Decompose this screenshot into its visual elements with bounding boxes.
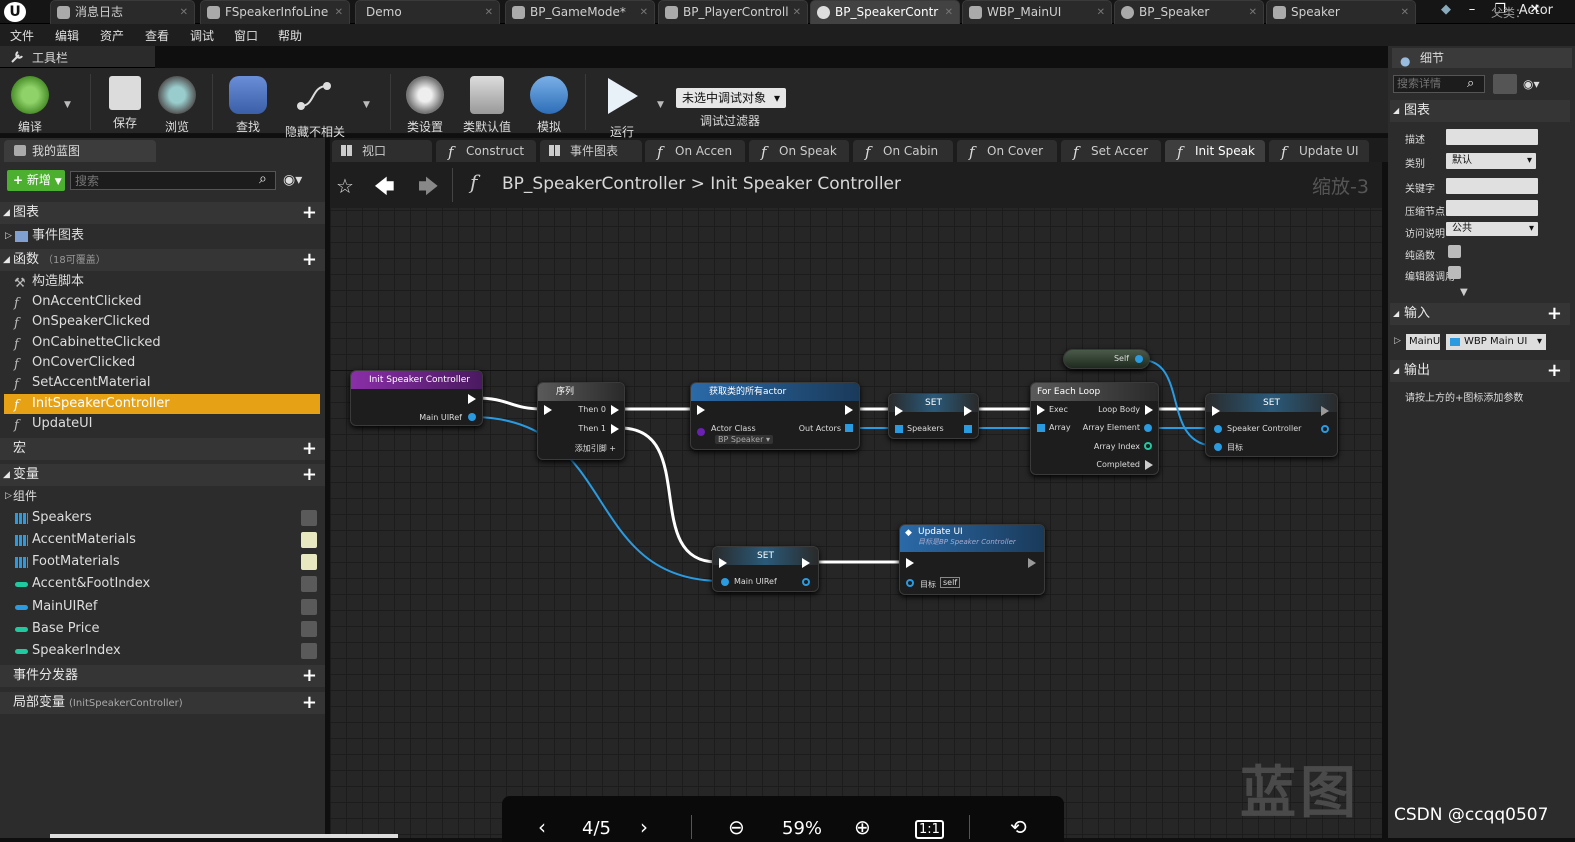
completed-pin[interactable]	[1145, 460, 1153, 470]
node-header: 获取类的所有actor	[691, 383, 859, 401]
node-function-entry[interactable]: Init Speaker Controller Main UIRef	[350, 370, 483, 426]
call-in-editor-checkbox[interactable]	[1448, 266, 1461, 279]
array-element-pin[interactable]	[1144, 424, 1152, 432]
input-name-field[interactable]: MainU	[1406, 334, 1440, 350]
object-type-icon	[1450, 338, 1460, 346]
exec-out-pin[interactable]	[1321, 406, 1329, 416]
viewer-separator	[691, 815, 692, 839]
exec-in-pin[interactable]	[895, 406, 903, 416]
search-icon[interactable]: ⌕	[1467, 76, 1474, 91]
exec-wire	[475, 396, 544, 411]
array-index-pin[interactable]	[1144, 442, 1152, 450]
horizontal-scrollbar[interactable]	[50, 834, 398, 838]
rotate-icon[interactable]: ⟲	[1010, 815, 1027, 839]
add-input-plus-icon[interactable]: +	[1547, 303, 1562, 325]
add-output-plus-icon[interactable]: +	[1547, 360, 1562, 382]
exec-out-pin[interactable]	[845, 405, 853, 415]
viewer-separator	[969, 815, 970, 839]
node-header: For Each Loop	[1031, 383, 1158, 401]
then-0-pin[interactable]	[611, 405, 619, 415]
category-select[interactable]: 默认 ▾	[1446, 153, 1536, 169]
next-page-icon[interactable]: ›	[640, 815, 648, 839]
out-actors-pin[interactable]	[845, 424, 853, 432]
main-uiref-in-pin[interactable]	[721, 578, 729, 586]
exec-in-pin[interactable]	[697, 405, 705, 415]
exec-in-pin[interactable]	[906, 558, 914, 568]
exec-out-pin[interactable]	[1028, 558, 1036, 568]
exec-out-pin[interactable]	[468, 394, 476, 404]
actual-size-button[interactable]: 1:1	[915, 820, 944, 839]
compact-node-title-field[interactable]	[1446, 200, 1538, 216]
exec-out-pin[interactable]	[802, 558, 810, 568]
speakers-out-pin[interactable]	[964, 425, 972, 433]
node-header: ◆ Update UI 目标是BP Speaker Controller	[900, 525, 1044, 552]
actor-class-select[interactable]: BP Speaker ▾	[715, 435, 773, 444]
access-specifier-select[interactable]: 公共 ▾	[1446, 222, 1538, 236]
details-inputs-section[interactable]: ◢ 输入 +	[1390, 303, 1570, 325]
details-outputs-section[interactable]: ◢ 输出 +	[1390, 360, 1570, 382]
speaker-controller-in-pin[interactable]	[1214, 425, 1222, 433]
zoom-out-icon[interactable]: ⊖	[728, 815, 745, 839]
node-header: SET	[1206, 394, 1337, 412]
node-set-speaker-controller[interactable]: SET Speaker Controller 目标	[1205, 393, 1338, 457]
exec-in-pin[interactable]	[544, 405, 552, 415]
page-indicator: 4/5	[582, 818, 611, 839]
property-matrix-icon[interactable]	[1493, 74, 1517, 94]
previous-page-icon[interactable]: ‹	[538, 815, 546, 839]
speaker-controller-out-pin[interactable]	[1321, 425, 1329, 433]
node-for-each-loop[interactable]: For Each Loop Exec Array Loop Body Array…	[1030, 382, 1159, 475]
array-in-pin[interactable]	[1037, 424, 1045, 432]
exec-out-pin[interactable]	[964, 406, 972, 416]
node-sequence[interactable]: 序列 Then 0 Then 1 添加引脚 +	[537, 382, 625, 460]
show-advanced-chevron-icon[interactable]: ▼	[1460, 287, 1468, 298]
details-graph-section[interactable]: ◢ 图表	[1390, 100, 1570, 122]
speakers-in-pin[interactable]	[895, 425, 903, 433]
chevron-down-icon: ▾	[1526, 155, 1532, 166]
collapse-arrow-icon: ◢	[1393, 366, 1400, 375]
add-pin-button[interactable]: 添加引脚 +	[575, 443, 616, 454]
expand-arrow-icon[interactable]: ▷	[1394, 336, 1401, 346]
pure-checkbox[interactable]	[1448, 245, 1461, 258]
target-in-pin[interactable]	[1214, 443, 1222, 451]
then-1-pin[interactable]	[611, 424, 619, 434]
exec-in-pin[interactable]	[719, 558, 727, 568]
target-self-field: self	[940, 577, 961, 588]
node-self-reference[interactable]: Self	[1063, 349, 1150, 369]
self-out-pin[interactable]	[1135, 355, 1143, 363]
details-tab[interactable]: ● 细节	[1392, 48, 1572, 68]
node-set-main-uiref[interactable]: SET Main UIRef	[712, 546, 819, 592]
main-uiref-out-pin[interactable]	[802, 578, 810, 586]
zoom-level: 59%	[782, 818, 823, 839]
function-call-icon: ◆	[905, 528, 912, 538]
description-field[interactable]	[1446, 129, 1538, 145]
exec-in-pin[interactable]	[1037, 405, 1045, 415]
csdn-credit: CSDN @ccqq0507	[1394, 805, 1549, 825]
collapse-arrow-icon: ◢	[1393, 106, 1400, 115]
zoom-in-icon[interactable]: ⊕	[854, 815, 871, 839]
loop-body-pin[interactable]	[1145, 405, 1153, 415]
visibility-eye-icon[interactable]: ◉▾	[1523, 77, 1540, 91]
node-header: 序列	[538, 383, 624, 401]
actor-class-pin[interactable]	[697, 428, 705, 436]
exec-in-pin[interactable]	[1212, 406, 1220, 416]
chevron-down-icon: ▾	[1536, 336, 1542, 347]
chevron-down-icon: ▾	[1528, 223, 1534, 234]
node-get-all-actors-of-class[interactable]: 获取类的所有actor Actor Class BP Speaker ▾ Out…	[690, 382, 860, 450]
keywords-field[interactable]	[1446, 178, 1538, 194]
node-update-ui[interactable]: ◆ Update UI 目标是BP Speaker Controller 目标 …	[899, 524, 1045, 595]
node-header: Init Speaker Controller	[351, 371, 482, 389]
main-uiref-out-pin[interactable]	[468, 413, 476, 421]
input-type-select[interactable]: WBP Main UI ▾	[1446, 334, 1546, 350]
collapse-arrow-icon: ◢	[1393, 309, 1400, 318]
target-in-pin[interactable]	[906, 579, 914, 587]
outputs-hint: 请按上方的+图标添加参数	[1405, 393, 1524, 404]
details-info-icon: ●	[1400, 54, 1411, 68]
node-set-speakers[interactable]: SET Speakers	[888, 393, 979, 439]
